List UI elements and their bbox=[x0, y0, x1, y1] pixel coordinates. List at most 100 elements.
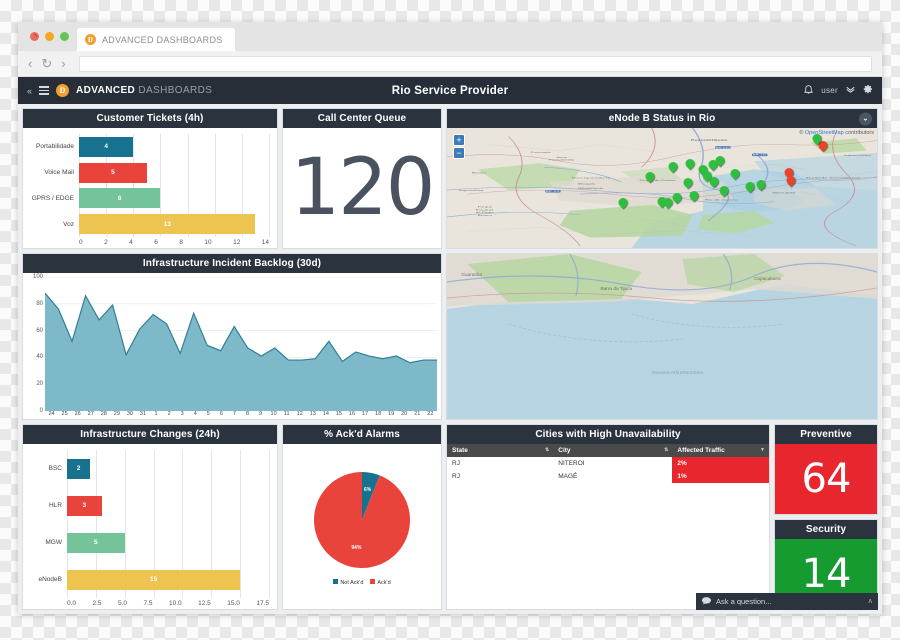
map-marker-ok[interactable] bbox=[670, 191, 684, 206]
expand-caret-icon[interactable]: ʌ bbox=[869, 598, 873, 605]
column-header-label: City bbox=[558, 447, 571, 454]
x-tick-label: 12 bbox=[296, 411, 303, 417]
map-marker-ok[interactable] bbox=[728, 167, 742, 182]
svg-text:Nil\u00f3polis: Nil\u00f3polis bbox=[578, 188, 604, 190]
map-marker-ok[interactable] bbox=[644, 170, 657, 185]
panel-body-ackd-alarms: 6% 94% Not Ack'd Ack'd bbox=[283, 444, 441, 609]
gear-icon[interactable] bbox=[863, 84, 873, 97]
app-header: « D ADVANCED DASHBOARDS Rio Service Prov… bbox=[18, 77, 882, 104]
filter-icon[interactable]: ▼ bbox=[760, 447, 765, 453]
x-tick-label: 28 bbox=[100, 411, 107, 417]
panel-ackd-alarms: % Ack'd Alarms 6% 94% Not Ack'd Ack'd bbox=[282, 424, 442, 610]
cities-table: State ⇅ City ⇅ Affected Traffic ▼ RJ NIT… bbox=[447, 444, 769, 483]
pie-legend-item[interactable]: Not Ack'd bbox=[333, 578, 364, 586]
browser-tab[interactable]: D ADVANCED DASHBOARDS bbox=[77, 28, 235, 51]
bell-icon[interactable] bbox=[804, 84, 814, 97]
map-zoom-out-button[interactable]: − bbox=[453, 147, 465, 159]
svg-text:Branca: Branca bbox=[478, 215, 492, 217]
map-canvas[interactable]: Petr\u00f3polis Nova Igua\u00e7u Duque d… bbox=[447, 128, 877, 248]
y-tick-label: 0 bbox=[39, 408, 43, 414]
map-canvas-lower[interactable]: Guaratiba Barra da Tijuca Copacabana Oce… bbox=[447, 254, 877, 419]
sort-icon[interactable]: ⇅ bbox=[664, 447, 668, 453]
map-marker-ok[interactable] bbox=[666, 160, 680, 175]
bar-fill[interactable]: 3 bbox=[67, 495, 102, 516]
maximize-window-button[interactable] bbox=[60, 32, 69, 41]
x-tick-label: 8 bbox=[179, 239, 183, 246]
panel-body-infrastructure-changes: BSC 2 HLR 3 MGW 5 eNodeB 15 0.0 2.5 5.0 7.5 10.0 12.… bbox=[23, 444, 277, 609]
map-marker-ok[interactable] bbox=[662, 196, 675, 211]
x-tick-label: 15.0 bbox=[227, 600, 240, 607]
panel-title-incident-backlog: Infrastructure Incident Backlog (30d) bbox=[23, 254, 441, 273]
svg-text:Estadual: Estadual bbox=[476, 209, 494, 211]
cell-city: MAGÉ bbox=[558, 473, 578, 480]
bar-fill[interactable]: 13 bbox=[79, 214, 256, 235]
column-header-affected-traffic[interactable]: Affected Traffic ▼ bbox=[672, 444, 769, 457]
bar-label: Voz bbox=[63, 220, 74, 228]
pie-chart-svg[interactable]: 6% 94% bbox=[310, 468, 414, 572]
map-marker-ok[interactable] bbox=[717, 184, 731, 199]
map-marker-ok[interactable] bbox=[616, 195, 630, 211]
close-window-button[interactable] bbox=[30, 32, 39, 41]
call-center-queue-value: 120 bbox=[290, 143, 436, 233]
x-tick-label: 1 bbox=[154, 411, 158, 417]
x-tick-label: 2 bbox=[104, 239, 108, 246]
browser-nav-bar: ‹ ↻ › bbox=[18, 51, 882, 77]
minimize-window-button[interactable] bbox=[45, 32, 54, 41]
x-tick-label: 17 bbox=[361, 411, 369, 417]
chart-infrastructure-changes: BSC 2 HLR 3 MGW 5 eNodeB 15 0.0 2.5 5.0 7.5 10.0 12.… bbox=[23, 444, 277, 609]
map-zoom-controls[interactable]: + − bbox=[453, 134, 465, 159]
chevron-down-icon[interactable]: ⌄ bbox=[859, 112, 872, 125]
hamburger-menu-icon[interactable] bbox=[39, 86, 50, 95]
ask-a-question-bar[interactable]: Ask a question... ʌ bbox=[696, 593, 878, 610]
kpi-column: Preventive 64 Security 14 bbox=[774, 424, 878, 610]
table-row[interactable]: RJ NITEROI 2% bbox=[447, 457, 769, 470]
attribution-suffix: contributors bbox=[843, 130, 874, 136]
collapse-icon[interactable]: « bbox=[27, 86, 32, 96]
x-tick-label: 19 bbox=[388, 411, 395, 417]
openstreetmap-link[interactable]: OpenStreetMap bbox=[805, 130, 844, 136]
bar-fill[interactable]: 5 bbox=[67, 532, 125, 553]
cell-affected-traffic: 1% bbox=[672, 470, 769, 483]
user-label[interactable]: user bbox=[821, 86, 838, 95]
x-tick-label: 25 bbox=[61, 411, 68, 417]
browser-window: D ADVANCED DASHBOARDS ‹ ↻ › « D ADVANCED… bbox=[18, 22, 882, 614]
x-tick-label: 17.5 bbox=[256, 600, 269, 607]
map-marker-ok[interactable] bbox=[687, 188, 701, 204]
bar-fill[interactable]: 2 bbox=[67, 458, 91, 479]
back-icon[interactable]: ‹ bbox=[28, 57, 32, 70]
map-marker-ok[interactable] bbox=[681, 176, 695, 191]
svg-text:94%: 94% bbox=[351, 545, 362, 551]
bar-label: BSC bbox=[48, 465, 62, 472]
address-bar-input[interactable] bbox=[78, 55, 872, 72]
chevron-down-icon[interactable] bbox=[846, 86, 855, 96]
bar-track: 5 bbox=[67, 532, 269, 553]
bar-fill[interactable]: 4 bbox=[79, 136, 134, 157]
x-tick-label: 4 bbox=[129, 239, 133, 246]
y-tick-label: 100 bbox=[32, 274, 43, 280]
pie-legend-label: Not Ack'd bbox=[340, 579, 364, 586]
x-tick-label: 18 bbox=[375, 411, 382, 417]
pie-legend-item[interactable]: Ack'd bbox=[370, 578, 391, 586]
x-tick-label: 10.0 bbox=[169, 600, 182, 607]
bar-fill[interactable]: 6 bbox=[79, 188, 161, 209]
chart-series-area bbox=[45, 276, 437, 412]
column-header-state[interactable]: State ⇅ bbox=[447, 444, 554, 457]
sort-icon[interactable]: ⇅ bbox=[545, 447, 549, 453]
map-marker-alarm[interactable] bbox=[784, 173, 798, 189]
map-marker-ok[interactable] bbox=[713, 154, 727, 169]
app-logo-icon: D bbox=[56, 84, 70, 97]
x-tick-label: 6 bbox=[154, 239, 158, 246]
bar-fill[interactable]: 5 bbox=[79, 162, 147, 183]
map-marker-ok[interactable] bbox=[707, 174, 720, 190]
forward-icon[interactable]: › bbox=[61, 57, 65, 70]
column-header-city[interactable]: City ⇅ bbox=[553, 444, 673, 457]
map-marker-ok[interactable] bbox=[683, 157, 697, 172]
browser-tab-strip: D ADVANCED DASHBOARDS bbox=[18, 22, 882, 51]
bar-fill[interactable]: 15 bbox=[67, 569, 241, 590]
map-zoom-in-button[interactable]: + bbox=[453, 134, 465, 146]
map-marker-ok[interactable] bbox=[754, 177, 768, 193]
reload-icon[interactable]: ↻ bbox=[41, 57, 52, 70]
table-row[interactable]: RJ MAGÉ 1% bbox=[447, 470, 769, 483]
map-marker-ok[interactable] bbox=[743, 180, 757, 195]
chart-infrastructure-changes-xaxis: 0.0 2.5 5.0 7.5 10.0 12.5 15.0 17.5 bbox=[27, 598, 269, 607]
